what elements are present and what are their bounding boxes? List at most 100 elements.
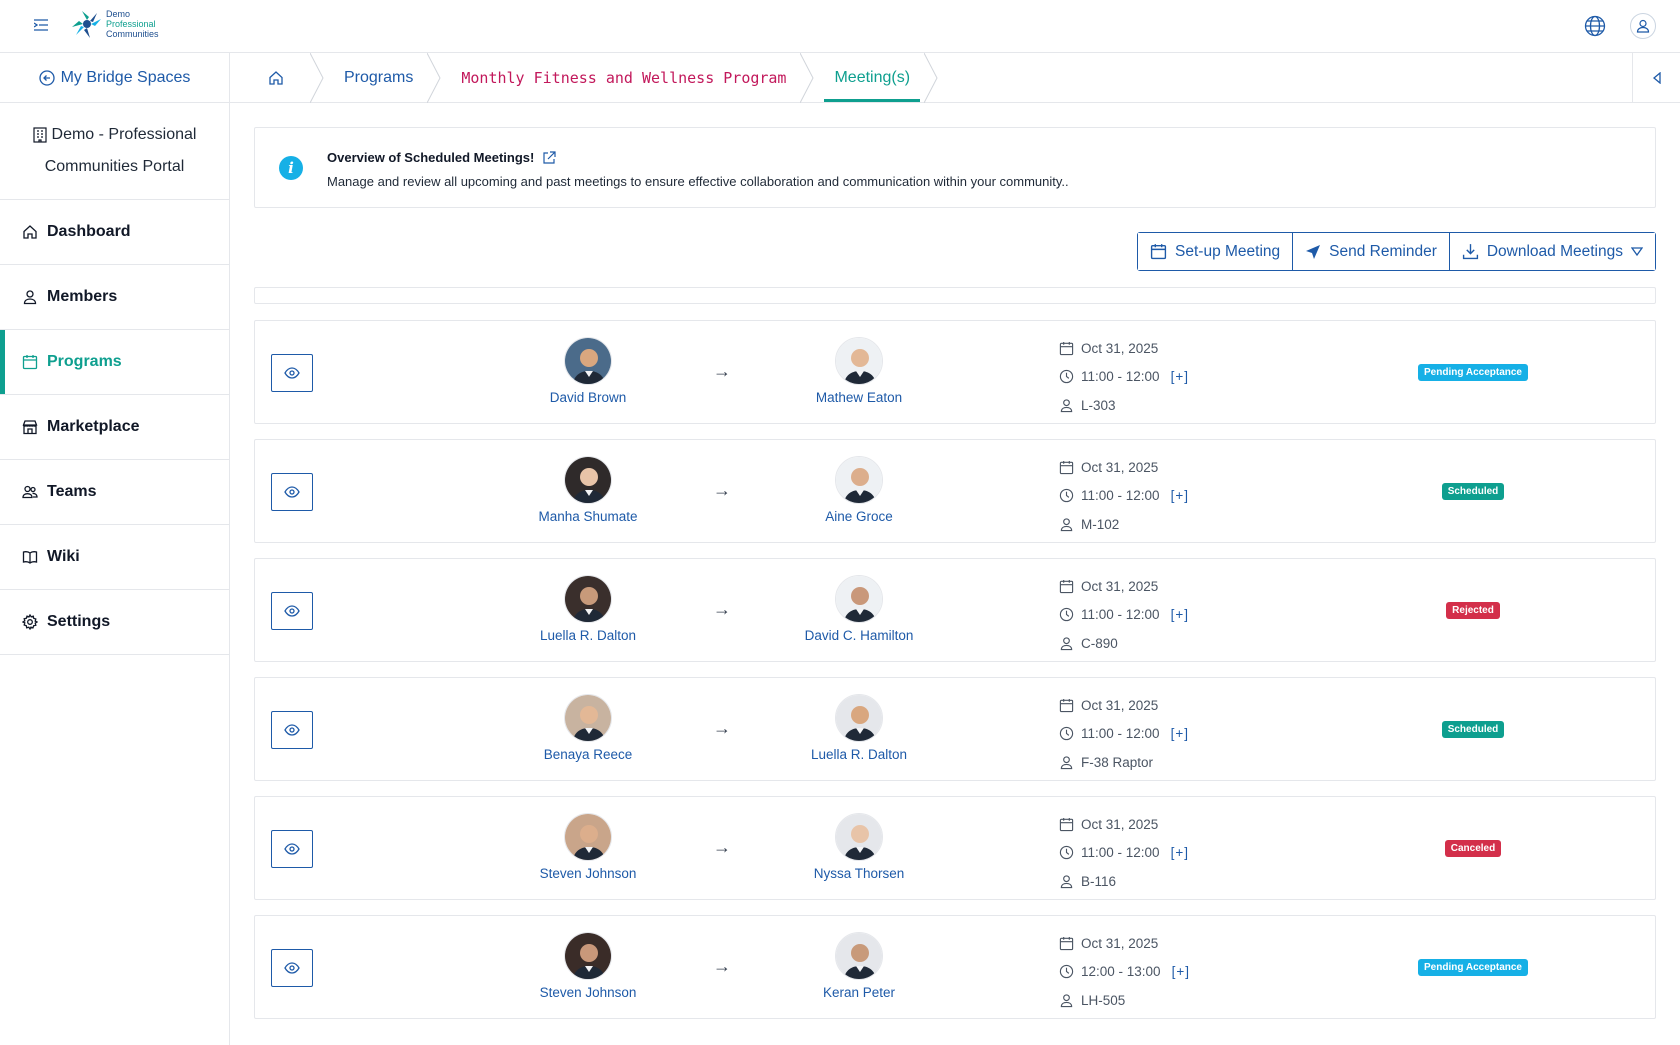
guest-name[interactable]: David C. Hamilton xyxy=(779,628,939,643)
arrow-right-icon: → xyxy=(713,361,731,381)
meeting-room: LH-505 xyxy=(1081,992,1126,1008)
clock-icon xyxy=(1059,846,1074,860)
time-expand-toggle[interactable]: [+] xyxy=(1171,845,1189,860)
sidebar-item-programs[interactable]: Programs xyxy=(0,330,229,395)
meeting-date: Oct 31, 2025 xyxy=(1081,935,1159,951)
meeting-actions-toolbar: Set-up Meeting Send Reminder Download Me… xyxy=(1137,232,1656,271)
status-badge: Canceled xyxy=(1444,840,1502,857)
clock-icon xyxy=(1059,965,1074,979)
eye-icon xyxy=(284,843,300,855)
sidebar-item-wiki[interactable]: Wiki xyxy=(0,525,229,590)
time-expand-toggle[interactable]: [+] xyxy=(1171,726,1189,741)
guest-name[interactable]: Mathew Eaton xyxy=(779,390,939,405)
meeting-time: 11:00 - 12:00 xyxy=(1081,726,1160,742)
meeting-date-row: Oct 31, 2025 xyxy=(1059,691,1189,720)
sidebar-item-marketplace[interactable]: Marketplace xyxy=(0,395,229,460)
time-expand-toggle[interactable]: [+] xyxy=(1171,369,1189,384)
avatar xyxy=(835,813,883,861)
meeting-date: Oct 31, 2025 xyxy=(1081,578,1159,594)
external-link-icon[interactable] xyxy=(542,150,556,165)
status-container: Scheduled xyxy=(1413,721,1533,738)
meeting-room-row: M-102 xyxy=(1059,510,1189,539)
meeting-time-row: 12:00 - 13:00 [+] xyxy=(1059,958,1190,987)
breadcrumb-program[interactable]: Monthly Fitness and Wellness Program xyxy=(431,53,815,103)
host-name[interactable]: David Brown xyxy=(508,390,668,405)
user-account-icon[interactable] xyxy=(1630,13,1656,39)
meeting-host: Steven Johnson xyxy=(508,932,668,1000)
sidebar-item-label: Programs xyxy=(47,353,122,370)
sidebar-item-dashboard[interactable]: Dashboard xyxy=(0,200,229,265)
host-name[interactable]: Steven Johnson xyxy=(508,866,668,881)
time-expand-toggle[interactable]: [+] xyxy=(1171,488,1189,503)
view-meeting-button[interactable] xyxy=(271,354,313,392)
status-badge: Rejected xyxy=(1446,602,1500,619)
view-meeting-button[interactable] xyxy=(271,830,313,868)
meeting-guest: Luella R. Dalton xyxy=(779,694,939,762)
collapse-panel-button[interactable] xyxy=(1632,53,1680,103)
sidebar-item-label: Marketplace xyxy=(47,418,140,435)
meeting-details: Oct 31, 2025 11:00 - 12:00 [+] L-303 xyxy=(1059,334,1189,420)
arrow-right-icon: → xyxy=(713,956,731,976)
breadcrumb-home[interactable] xyxy=(230,53,324,103)
top-right-actions xyxy=(1582,13,1656,39)
guest-name[interactable]: Keran Peter xyxy=(779,985,939,1000)
meeting-guest: Mathew Eaton xyxy=(779,337,939,405)
send-reminder-button[interactable]: Send Reminder xyxy=(1293,233,1450,270)
sidebar-item-settings[interactable]: Settings xyxy=(0,590,229,655)
breadcrumb-programs[interactable]: Programs xyxy=(314,53,441,103)
download-meetings-button[interactable]: Download Meetings xyxy=(1449,233,1655,270)
home-icon xyxy=(269,70,283,85)
eye-icon xyxy=(284,486,300,498)
back-to-bridge-spaces-link[interactable]: My Bridge Spaces xyxy=(0,53,229,103)
meeting-date-row: Oct 31, 2025 xyxy=(1059,929,1190,958)
calendar-icon xyxy=(1059,817,1074,831)
meeting-guest: Aine Groce xyxy=(779,456,939,524)
host-name[interactable]: Manha Shumate xyxy=(508,509,668,524)
meeting-room: C-890 xyxy=(1081,635,1118,651)
meeting-room-row: C-890 xyxy=(1059,629,1189,658)
user-icon xyxy=(1060,994,1073,1007)
host-name[interactable]: Luella R. Dalton xyxy=(508,628,668,643)
time-expand-toggle[interactable]: [+] xyxy=(1171,607,1189,622)
clock-icon xyxy=(1059,727,1074,741)
breadcrumb-meetings[interactable]: Meeting(s) xyxy=(804,53,938,103)
view-meeting-button[interactable] xyxy=(271,473,313,511)
portal-name: Demo - Professional Communities Portal xyxy=(0,103,229,200)
guest-name[interactable]: Luella R. Dalton xyxy=(779,747,939,762)
filter-bar[interactable] xyxy=(254,287,1656,304)
sidebar-item-teams[interactable]: Teams xyxy=(0,460,229,525)
view-meeting-button[interactable] xyxy=(271,949,313,987)
meeting-row: Manha Shumate → Aine Groce Oct 31, 2025 … xyxy=(254,439,1656,543)
host-name[interactable]: Steven Johnson xyxy=(508,985,668,1000)
meeting-time-row: 11:00 - 12:00 [+] xyxy=(1059,839,1189,868)
sidebar-item-members[interactable]: Members xyxy=(0,265,229,330)
view-meeting-button[interactable] xyxy=(271,711,313,749)
meeting-time: 12:00 - 13:00 xyxy=(1081,964,1161,980)
breadcrumb-programs-label: Programs xyxy=(344,68,414,86)
portal-name-line-2: Communities Portal xyxy=(44,158,185,175)
send-icon xyxy=(1306,244,1321,259)
setup-meeting-button[interactable]: Set-up Meeting xyxy=(1138,233,1294,270)
avatar xyxy=(564,813,612,861)
guest-name[interactable]: Nyssa Thorsen xyxy=(779,866,939,881)
menu-toggle-icon[interactable] xyxy=(32,16,50,34)
meeting-host: Manha Shumate xyxy=(508,456,668,524)
book-icon xyxy=(22,551,38,564)
logo[interactable]: Demo Professional Communities xyxy=(70,9,159,39)
meeting-room: F-38 Raptor xyxy=(1081,754,1154,770)
meeting-date: Oct 31, 2025 xyxy=(1081,816,1159,832)
meeting-date-row: Oct 31, 2025 xyxy=(1059,334,1189,363)
meeting-row: Steven Johnson → Keran Peter Oct 31, 202… xyxy=(254,915,1656,1019)
eye-icon xyxy=(284,605,300,617)
host-name[interactable]: Benaya Reece xyxy=(508,747,668,762)
meeting-time-row: 11:00 - 12:00 [+] xyxy=(1059,720,1189,749)
user-icon xyxy=(23,290,37,305)
arrow-right-icon: → xyxy=(713,599,731,619)
language-globe-icon[interactable] xyxy=(1582,13,1608,39)
guest-name[interactable]: Aine Groce xyxy=(779,509,939,524)
time-expand-toggle[interactable]: [+] xyxy=(1172,964,1190,979)
avatar xyxy=(564,337,612,385)
meeting-time: 11:00 - 12:00 xyxy=(1081,845,1160,861)
view-meeting-button[interactable] xyxy=(271,592,313,630)
arrow-right-icon: → xyxy=(713,718,731,738)
